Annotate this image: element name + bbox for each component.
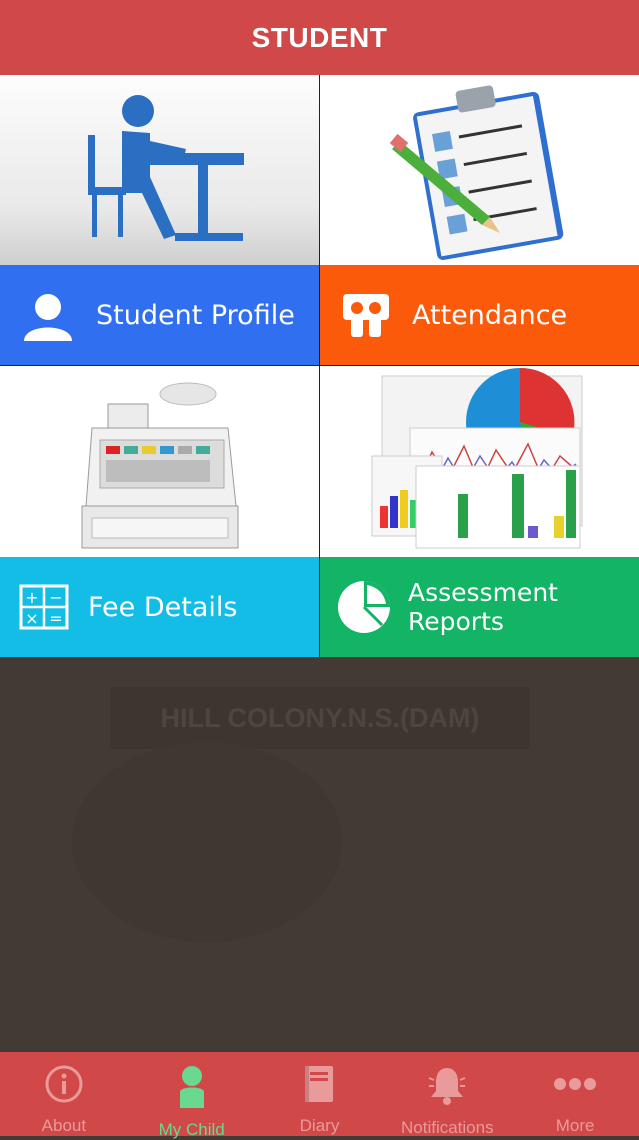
- svg-text:×: ×: [25, 609, 38, 628]
- student-profile-tile[interactable]: Student Profile: [0, 75, 319, 365]
- cash-register-image: [0, 366, 319, 557]
- info-icon: [42, 1064, 86, 1104]
- school-emblem: [72, 742, 342, 942]
- bottom-tab-bar: About My Child Diary Notifications More: [0, 1052, 639, 1139]
- student-profile-label: Student Profile: [96, 299, 295, 331]
- attendance-tile[interactable]: Attendance: [320, 75, 639, 365]
- diary-icon: [297, 1064, 341, 1104]
- attendance-label-bar: Attendance: [320, 265, 639, 365]
- person-icon: [0, 287, 96, 343]
- calculator-icon: + − × =: [0, 584, 88, 630]
- svg-text:−: −: [49, 588, 62, 607]
- tab-diary[interactable]: Diary: [256, 1052, 384, 1136]
- tab-notifications[interactable]: Notifications: [383, 1052, 511, 1137]
- more-icon: [553, 1064, 597, 1104]
- svg-text:+: +: [25, 588, 38, 607]
- tab-more[interactable]: More: [511, 1052, 639, 1136]
- fee-details-label-bar: + − × = Fee Details: [0, 557, 319, 657]
- svg-text:=: =: [49, 609, 62, 628]
- student-profile-label-bar: Student Profile: [0, 265, 319, 365]
- tab-about[interactable]: About: [0, 1052, 128, 1136]
- tab-about-label: About: [41, 1116, 87, 1135]
- app-header: STUDENT: [0, 0, 639, 75]
- assessment-reports-label: Assessment Reports: [408, 578, 558, 636]
- menu-grid: Student Profile Attendance + − × = Fee D…: [0, 75, 639, 657]
- pie-chart-icon: [320, 579, 408, 635]
- assessment-label-line2: Reports: [408, 607, 504, 636]
- attendance-clipboard-image: [320, 75, 639, 265]
- fee-details-tile[interactable]: + − × = Fee Details: [0, 366, 319, 657]
- assessment-reports-label-bar: Assessment Reports: [320, 557, 639, 657]
- tab-diary-label: Diary: [299, 1116, 340, 1135]
- school-background: HILL COLONY.N.S.(DAM): [0, 657, 639, 1052]
- student-desk-image: [0, 75, 319, 265]
- tab-more-label: More: [555, 1116, 595, 1135]
- assessment-reports-tile[interactable]: Assessment Reports: [320, 366, 639, 657]
- tab-notifications-label: Notifications: [400, 1118, 494, 1137]
- reports-charts-image: [320, 366, 639, 557]
- school-name: HILL COLONY.N.S.(DAM): [160, 702, 480, 733]
- assessment-label-line1: Assessment: [408, 578, 558, 607]
- attendance-label: Attendance: [412, 299, 568, 331]
- attendance-icon: [320, 289, 412, 341]
- page-title: STUDENT: [251, 21, 388, 53]
- tab-my-child-label: My Child: [158, 1120, 225, 1139]
- child-icon: [170, 1064, 214, 1108]
- school-name-banner: HILL COLONY.N.S.(DAM): [110, 687, 530, 749]
- tab-my-child[interactable]: My Child: [128, 1052, 256, 1139]
- fee-details-label: Fee Details: [88, 591, 238, 623]
- bell-icon: [425, 1064, 469, 1106]
